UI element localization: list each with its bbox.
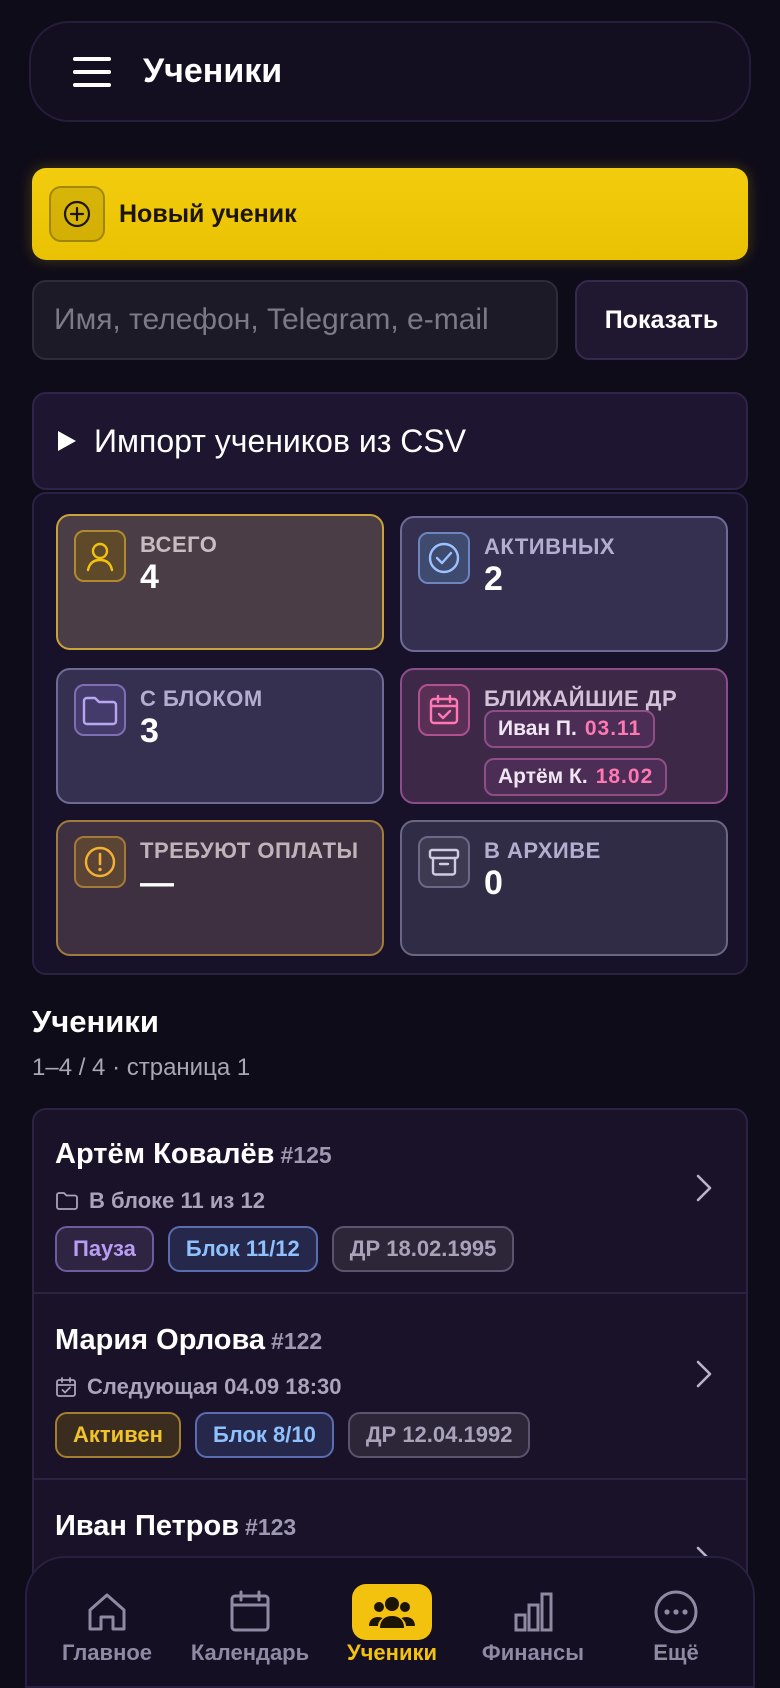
bar-chart-icon [493,1584,573,1640]
list-item[interactable]: Артём Ковалёв #125 В блоке 11 из 12 Пауза… [34,1110,746,1294]
stat-label: ТРЕБУЮТ ОПЛАТЫ [140,838,359,863]
calendar-icon [56,1377,76,1397]
alert-circle-icon [74,836,126,888]
list-item[interactable]: Мария Орлова #122 Следующая 04.09 18:30 А… [34,1296,746,1480]
archive-icon [418,836,470,888]
nav-item-home[interactable]: Главное [37,1558,177,1688]
stat-label: С БЛОКОМ [140,686,263,711]
student-meta-text: Следующая 04.09 18:30 [87,1374,342,1399]
stat-card-total[interactable]: ВСЕГО 4 [56,514,384,650]
birthday-badge: ДР 12.04.1992 [347,1412,531,1458]
page-title: Ученики [143,52,283,90]
stat-card-birthdays[interactable]: БЛИЖАЙШИЕ ДР Иван П. 03.11 Артём К. 18.0… [400,668,728,804]
nav-item-students[interactable]: Ученики [322,1558,462,1688]
calendar-check-icon [418,684,470,736]
student-meta-text: В блоке 11 из 12 [89,1188,265,1213]
stat-value: 2 [484,560,503,598]
chevron-right-icon [696,1174,712,1202]
nav-label: Ученики [346,1640,438,1665]
student-name-text: Иван Петров [55,1510,240,1542]
nav-label: Ещё [653,1640,699,1665]
hamburger-icon[interactable] [73,56,111,87]
import-csv-toggle[interactable]: Импорт учеников из CSV [32,392,748,490]
home-icon [67,1584,147,1640]
stat-label: АКТИВНЫХ [484,534,616,559]
student-id: #123 [245,1514,297,1540]
status-badge: Активен [55,1412,181,1458]
folder-icon [74,684,126,736]
check-circle-icon [418,532,470,584]
student-id: #125 [280,1142,332,1168]
stat-value: 0 [484,864,503,902]
new-student-button[interactable]: Новый ученик [32,168,748,260]
block-badge: Блок 11/12 [167,1226,318,1272]
stat-value: — [140,864,174,902]
student-meta: В блоке 11 из 12 [55,1188,265,1214]
birthday-badge: ДР 18.02.1995 [331,1226,515,1272]
import-csv-label: Импорт учеников из CSV [94,422,467,459]
student-name: Иван Петров #123 [55,1510,296,1543]
new-student-label: Новый ученик [119,199,297,228]
status-badge: Пауза [55,1226,154,1272]
show-button[interactable]: Показать [575,280,748,360]
pagination-info: 1–4 / 4 · страница 1 [32,1054,251,1081]
stat-card-archived[interactable]: В АРХИВЕ 0 [400,820,728,956]
stats-panel: ВСЕГО 4 АКТИВНЫХ 2 С БЛОКОМ 3 БЛИЖАЙШИЕ … [32,492,748,975]
nav-item-more[interactable]: Ещё [606,1558,746,1688]
birthday-name: Артём К. [498,765,588,788]
birthday-date: 18.02 [595,765,654,788]
more-icon [636,1584,716,1640]
bottom-nav: Главное Календарь Ученики Финансы Ещё [25,1556,755,1688]
student-id: #122 [271,1328,323,1354]
student-name: Артём Ковалёв #125 [55,1138,332,1171]
calendar-icon [210,1584,290,1640]
stat-card-active[interactable]: АКТИВНЫХ 2 [400,516,728,652]
user-icon [74,530,126,582]
stat-value: 4 [140,558,159,596]
triangle-right-icon [58,431,76,451]
stat-card-with-block[interactable]: С БЛОКОМ 3 [56,668,384,804]
chevron-right-icon [696,1360,712,1388]
student-name-text: Артём Ковалёв [55,1138,275,1170]
search-input[interactable] [32,280,558,360]
nav-item-calendar[interactable]: Календарь [180,1558,320,1688]
stat-label: ВСЕГО [140,532,218,557]
plus-circle-icon [49,186,105,242]
nav-label: Главное [61,1640,153,1665]
users-icon [352,1584,432,1640]
stat-value: 3 [140,712,159,750]
student-meta: Следующая 04.09 18:30 [55,1374,342,1400]
stat-card-need-payment[interactable]: ТРЕБУЮТ ОПЛАТЫ — [56,820,384,956]
birthday-pill: Иван П. 03.11 [484,710,656,748]
nav-label: Финансы [481,1640,585,1665]
birthday-pill: Артём К. 18.02 [484,758,668,796]
student-name: Мария Орлова #122 [55,1324,322,1357]
birthday-name: Иван П. [498,717,577,740]
stat-label: В АРХИВЕ [484,838,601,863]
birthday-date: 03.11 [584,717,642,740]
top-bar: Ученики [29,21,751,122]
students-section-title: Ученики [32,1004,159,1039]
nav-label: Календарь [190,1640,310,1665]
stat-label: БЛИЖАЙШИЕ ДР [484,686,678,711]
block-badge: Блок 8/10 [194,1412,334,1458]
student-tags: Активен Блок 8/10 ДР 12.04.1992 [55,1412,544,1458]
nav-item-finance[interactable]: Финансы [463,1558,603,1688]
student-tags: Пауза Блок 11/12 ДР 18.02.1995 [55,1226,528,1272]
student-name-text: Мария Орлова [55,1324,266,1356]
folder-icon [56,1192,78,1210]
